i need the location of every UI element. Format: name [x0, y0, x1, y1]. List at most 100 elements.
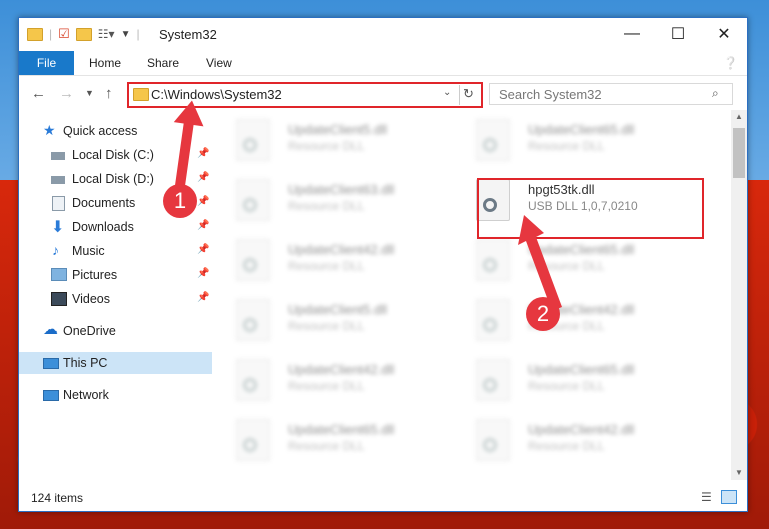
maximize-button[interactable]: ☐ [655, 18, 701, 50]
file-item[interactable]: UpdateClient65.dll Resource DLL [456, 356, 686, 406]
file-name: UpdateClient65.dll [528, 362, 635, 377]
dll-file-icon [236, 119, 270, 161]
divider [459, 85, 460, 105]
minimize-button[interactable]: — [609, 18, 655, 50]
dll-file-icon [476, 239, 510, 281]
file-type: Resource DLL [288, 319, 365, 333]
dll-file-icon [236, 179, 270, 221]
pin-icon[interactable]: 📌 [197, 244, 209, 255]
file-item[interactable]: UpdateClient42.dll Resource DLL [456, 416, 686, 466]
file-item[interactable]: UpdateClient42.dll Resource DLL [216, 236, 446, 286]
scroll-up-icon[interactable]: ▲ [735, 112, 743, 121]
videos-icon [51, 292, 67, 306]
tab-share[interactable]: Share [147, 51, 179, 75]
file-item[interactable]: UpdateClient65.dll Resource DLL [456, 116, 686, 166]
vertical-scrollbar[interactable]: ▲ ▼ [731, 110, 747, 480]
dll-file-icon [236, 239, 270, 281]
details-view-icon[interactable]: ☰ [701, 490, 712, 504]
scrollbar-thumb[interactable] [733, 128, 745, 178]
dll-file-icon [476, 119, 510, 161]
sidebar-item-downloads[interactable]: ⬇ Downloads 📌 [19, 216, 212, 238]
file-name: UpdateClient5.dll [288, 302, 388, 317]
file-type: Resource DLL [288, 199, 365, 213]
sidebar-item-label: Network [63, 388, 109, 402]
up-arrow-icon[interactable]: ↑ [105, 85, 113, 102]
item-count: 124 items [31, 491, 84, 505]
file-list: UpdateClient5.dll Resource DLL UpdateCli… [216, 110, 731, 480]
dll-file-icon [236, 299, 270, 341]
file-type: Resource DLL [528, 379, 605, 393]
pin-icon[interactable]: 📌 [197, 268, 209, 279]
forward-arrow-icon[interactable]: → [59, 85, 74, 102]
help-icon[interactable]: ❔ [723, 56, 738, 70]
chevron-down-icon[interactable]: ▼ [121, 29, 131, 40]
file-item[interactable]: UpdateClient42.dll Resource DLL [216, 356, 446, 406]
download-icon: ⬇ [51, 219, 65, 236]
chevron-down-icon[interactable]: ⌄ [443, 87, 451, 98]
file-item[interactable]: UpdateClient63.dll Resource DLL [216, 176, 446, 226]
tab-view[interactable]: View [206, 51, 232, 75]
file-type: Resource DLL [528, 439, 605, 453]
documents-icon [52, 196, 65, 211]
sidebar-item-label: Downloads [72, 220, 134, 234]
cloud-icon: ☁ [43, 321, 58, 338]
separator: | [49, 27, 53, 41]
folder-icon [133, 88, 149, 101]
sidebar-item-label: OneDrive [63, 324, 116, 338]
status-bar: 124 items ☰ [19, 486, 747, 511]
sidebar-item-label: This PC [63, 356, 108, 370]
file-item[interactable]: UpdateClient42.dll Resource DLL [456, 296, 686, 346]
sidebar-item-label: Local Disk (C:) [72, 148, 154, 162]
tab-home[interactable]: Home [89, 51, 121, 75]
pin-icon[interactable]: 📌 [197, 220, 209, 231]
music-icon: ♪ [52, 242, 59, 258]
file-name: UpdateClient65.dll [288, 422, 395, 437]
quick-access-toolbar: | ☑ ☷▾ ▼ | [27, 26, 140, 42]
sidebar-item-music[interactable]: ♪ Music 📌 [19, 240, 212, 262]
search-icon[interactable]: ⌕ [712, 86, 719, 101]
address-row: ← → ▼ ↑ C:\Windows\System32 ⌄ ↻ Search S… [19, 76, 747, 110]
dll-file-icon [476, 359, 510, 401]
file-item[interactable]: UpdateClient65.dll Resource DLL [456, 236, 686, 286]
separator: | [136, 27, 140, 41]
pictures-icon [51, 268, 67, 281]
tab-file[interactable]: File [19, 51, 74, 75]
file-type: Resource DLL [288, 379, 365, 393]
large-icons-view-icon[interactable] [721, 490, 737, 504]
sidebar-item-label: Music [72, 244, 105, 258]
file-type: Resource DLL [288, 439, 365, 453]
sidebar-item-this-pc[interactable]: This PC [19, 352, 212, 374]
sidebar-item-label: Local Disk (D:) [72, 172, 154, 186]
search-input[interactable]: Search System32 ⌕ [489, 83, 733, 105]
sidebar-item-label: Pictures [72, 268, 118, 282]
pin-icon[interactable]: 📌 [197, 292, 209, 303]
file-name: UpdateClient42.dll [528, 422, 635, 437]
sidebar-item-pictures[interactable]: Pictures 📌 [19, 264, 212, 286]
refresh-icon[interactable]: ↻ [463, 86, 474, 102]
back-arrow-icon[interactable]: ← [31, 85, 46, 102]
recent-dropdown-icon[interactable]: ▼ [85, 88, 94, 98]
file-name: UpdateClient42.dll [288, 242, 395, 257]
network-icon [43, 390, 59, 401]
scroll-down-icon[interactable]: ▼ [735, 468, 743, 477]
new-folder-icon[interactable] [75, 27, 92, 41]
folder-icon [27, 27, 43, 41]
file-item[interactable]: UpdateClient5.dll Resource DLL [216, 296, 446, 346]
dll-file-icon [236, 359, 270, 401]
file-name: UpdateClient42.dll [288, 362, 395, 377]
sidebar-item-network[interactable]: Network [19, 384, 212, 406]
file-type: Resource DLL [288, 139, 365, 153]
customize-icon[interactable]: ☷▾ [98, 27, 115, 41]
sidebar-item-label: Documents [72, 196, 136, 210]
star-icon: ★ [43, 122, 56, 138]
sidebar-item-onedrive[interactable]: ☁ OneDrive [19, 320, 212, 342]
file-item[interactable]: UpdateClient65.dll Resource DLL [216, 416, 446, 466]
file-type: Resource DLL [528, 139, 605, 153]
sidebar-item-videos[interactable]: Videos 📌 [19, 288, 212, 310]
sidebar-item-label: Videos [72, 292, 110, 306]
step-2-badge: 2 [526, 297, 560, 331]
properties-icon[interactable]: ☑ [58, 26, 70, 42]
file-item[interactable]: UpdateClient5.dll Resource DLL [216, 116, 446, 166]
search-placeholder: Search System32 [499, 87, 602, 102]
close-button[interactable]: ✕ [701, 18, 747, 50]
